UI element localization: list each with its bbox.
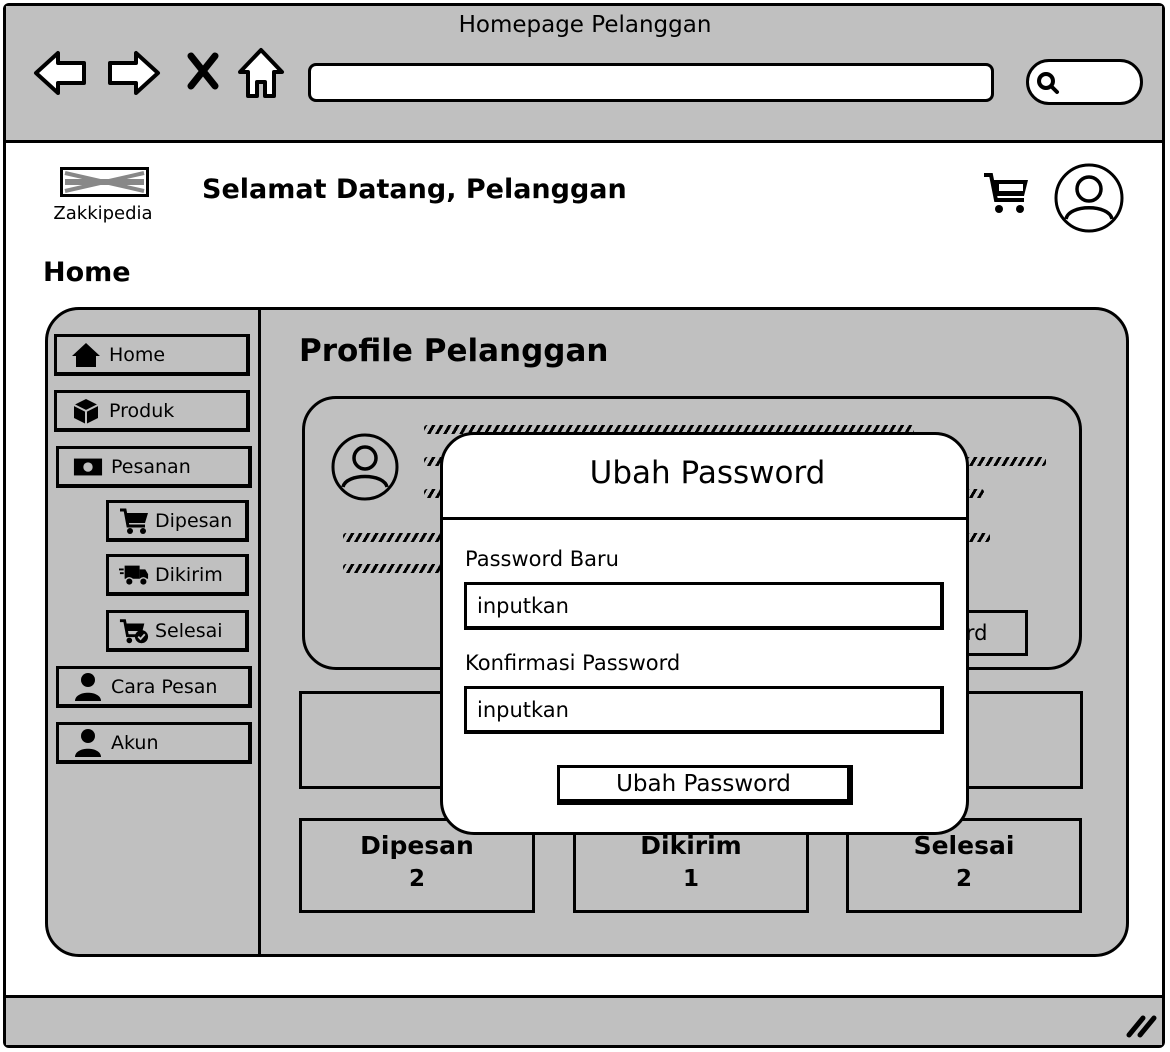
sidebar-item-dipesan[interactable]: Dipesan [106, 500, 249, 542]
money-icon [73, 456, 103, 478]
sidebar-item-label: Cara Pesan [111, 675, 218, 698]
user-avatar-icon[interactable] [1053, 162, 1125, 234]
sidebar-item-label: Produk [109, 399, 175, 422]
sidebar-item-produk[interactable]: Produk [54, 390, 250, 432]
search-icon [1037, 72, 1059, 94]
profile-title: Profile Pelanggan [299, 333, 609, 369]
stat-label: Dipesan [360, 831, 474, 860]
stat-value: 2 [408, 866, 425, 892]
cart-check-icon [119, 617, 149, 645]
change-password-modal: Ubah Password Password Baru inputkan Kon… [440, 432, 969, 835]
truck-icon [119, 562, 149, 588]
logo-image [60, 167, 149, 197]
window-title: Homepage Pelanggan [458, 12, 712, 38]
close-x-icon[interactable] [186, 52, 220, 90]
home-icon [71, 342, 101, 368]
profile-text-line [966, 533, 990, 542]
box-icon [71, 397, 101, 425]
status-bar [6, 995, 1162, 1045]
cart-icon[interactable] [982, 172, 1032, 216]
sidebar-item-label: Akun [111, 731, 159, 754]
sidebar-item-pesanan[interactable]: Pesanan [56, 446, 252, 488]
sidebar-item-label: Dikirim [155, 563, 223, 586]
stat-label: Selesai [913, 831, 1015, 860]
home-icon[interactable] [236, 46, 286, 100]
search-box[interactable] [1026, 59, 1143, 105]
sidebar-divider [258, 309, 261, 955]
user-icon [73, 728, 103, 758]
sidebar-item-dikirim[interactable]: Dikirim [106, 554, 249, 596]
new-password-input[interactable]: inputkan [464, 582, 944, 630]
sidebar-item-label: Pesanan [111, 455, 191, 478]
profile-text-line [343, 533, 453, 542]
logo-text: Zakkipedia [53, 203, 153, 224]
sidebar-item-label: Dipesan [155, 509, 233, 532]
modal-divider [443, 517, 966, 520]
sidebar-item-selesai[interactable]: Selesai [106, 610, 249, 652]
sidebar-item-home[interactable]: Home [54, 334, 250, 376]
confirm-password-input[interactable]: inputkan [464, 686, 944, 734]
sidebar-item-akun[interactable]: Akun [56, 722, 252, 764]
cart-icon [119, 507, 149, 535]
stat-value: 2 [955, 866, 972, 892]
new-password-label: Password Baru [465, 547, 619, 571]
sidebar-item-label: Selesai [155, 619, 223, 642]
stat-label: Dikirim [640, 831, 742, 860]
sidebar-item-cara-pesan[interactable]: Cara Pesan [56, 666, 252, 708]
confirm-password-label: Konfirmasi Password [465, 651, 681, 675]
resize-grip-icon[interactable] [1126, 1014, 1158, 1038]
profile-text-line [966, 457, 1046, 466]
address-bar-input[interactable] [308, 63, 994, 102]
stat-value: 1 [682, 866, 699, 892]
welcome-text: Selamat Datang, Pelanggan [202, 174, 627, 205]
user-icon [73, 672, 103, 702]
submit-change-password-button[interactable]: Ubah Password [557, 765, 853, 805]
profile-avatar-icon [331, 433, 399, 501]
back-arrow-icon[interactable] [32, 48, 88, 98]
profile-text-line [343, 564, 453, 573]
page-heading: Home [43, 257, 131, 288]
modal-title: Ubah Password [589, 455, 826, 491]
sidebar-item-label: Home [109, 343, 166, 366]
forward-arrow-icon[interactable] [106, 48, 162, 98]
